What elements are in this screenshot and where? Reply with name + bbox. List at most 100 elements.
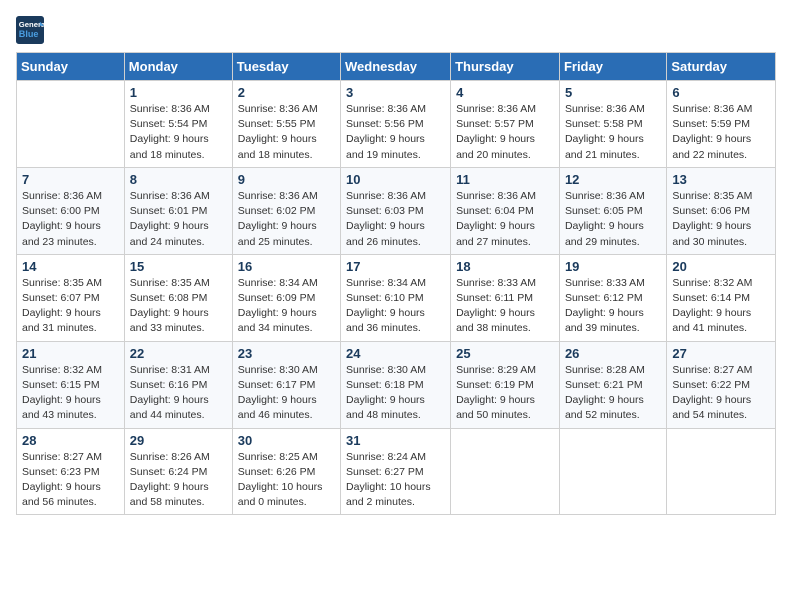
day-info: Sunrise: 8:27 AM Sunset: 6:22 PM Dayligh… bbox=[672, 363, 770, 424]
day-info: Sunrise: 8:36 AM Sunset: 6:03 PM Dayligh… bbox=[346, 189, 445, 250]
day-info: Sunrise: 8:31 AM Sunset: 6:16 PM Dayligh… bbox=[130, 363, 227, 424]
day-info: Sunrise: 8:34 AM Sunset: 6:10 PM Dayligh… bbox=[346, 276, 445, 337]
col-header-friday: Friday bbox=[559, 53, 666, 81]
calendar-cell: 21 Sunrise: 8:32 AM Sunset: 6:15 PM Dayli… bbox=[17, 341, 125, 428]
day-number: 30 bbox=[238, 433, 335, 448]
day-info: Sunrise: 8:36 AM Sunset: 5:57 PM Dayligh… bbox=[456, 102, 554, 163]
calendar-cell: 11 Sunrise: 8:36 AM Sunset: 6:04 PM Dayli… bbox=[451, 167, 560, 254]
day-number: 23 bbox=[238, 346, 335, 361]
calendar-cell: 17 Sunrise: 8:34 AM Sunset: 6:10 PM Dayli… bbox=[341, 254, 451, 341]
day-number: 31 bbox=[346, 433, 445, 448]
day-info: Sunrise: 8:36 AM Sunset: 6:04 PM Dayligh… bbox=[456, 189, 554, 250]
day-info: Sunrise: 8:36 AM Sunset: 6:00 PM Dayligh… bbox=[22, 189, 119, 250]
day-number: 25 bbox=[456, 346, 554, 361]
calendar-cell: 1Sunrise: 8:36 AM Sunset: 5:54 PM Daylig… bbox=[124, 81, 232, 168]
calendar-cell: 28Sunrise: 8:27 AM Sunset: 6:23 PM Dayli… bbox=[17, 428, 125, 515]
day-info: Sunrise: 8:36 AM Sunset: 5:55 PM Dayligh… bbox=[238, 102, 335, 163]
day-number: 17 bbox=[346, 259, 445, 274]
calendar-cell: 22Sunrise: 8:31 AM Sunset: 6:16 PM Dayli… bbox=[124, 341, 232, 428]
calendar-cell bbox=[17, 81, 125, 168]
day-number: 12 bbox=[565, 172, 661, 187]
calendar-cell: 29 Sunrise: 8:26 AM Sunset: 6:24 PM Dayli… bbox=[124, 428, 232, 515]
calendar-cell: 25 Sunrise: 8:29 AM Sunset: 6:19 PM Dayli… bbox=[451, 341, 560, 428]
calendar-cell: 10 Sunrise: 8:36 AM Sunset: 6:03 PM Dayli… bbox=[341, 167, 451, 254]
calendar-week-5: 28Sunrise: 8:27 AM Sunset: 6:23 PM Dayli… bbox=[17, 428, 776, 515]
col-header-wednesday: Wednesday bbox=[341, 53, 451, 81]
calendar-cell: 13Sunrise: 8:35 AM Sunset: 6:06 PM Dayli… bbox=[667, 167, 776, 254]
day-number: 9 bbox=[238, 172, 335, 187]
day-info: Sunrise: 8:34 AM Sunset: 6:09 PM Dayligh… bbox=[238, 276, 335, 337]
day-number: 10 bbox=[346, 172, 445, 187]
day-info: Sunrise: 8:36 AM Sunset: 6:02 PM Dayligh… bbox=[238, 189, 335, 250]
calendar-cell: 7 Sunrise: 8:36 AM Sunset: 6:00 PM Daylig… bbox=[17, 167, 125, 254]
day-info: Sunrise: 8:24 AM Sunset: 6:27 PM Dayligh… bbox=[346, 450, 445, 511]
day-number: 20 bbox=[672, 259, 770, 274]
calendar-cell bbox=[451, 428, 560, 515]
day-number: 2 bbox=[238, 85, 335, 100]
day-number: 24 bbox=[346, 346, 445, 361]
calendar-week-4: 21 Sunrise: 8:32 AM Sunset: 6:15 PM Dayli… bbox=[17, 341, 776, 428]
calendar-header: SundayMondayTuesdayWednesdayThursdayFrid… bbox=[17, 53, 776, 81]
calendar-cell: 16Sunrise: 8:34 AM Sunset: 6:09 PM Dayli… bbox=[232, 254, 340, 341]
page-header: General Blue bbox=[16, 16, 776, 44]
col-header-monday: Monday bbox=[124, 53, 232, 81]
day-number: 15 bbox=[130, 259, 227, 274]
day-number: 6 bbox=[672, 85, 770, 100]
calendar-cell: 30 Sunrise: 8:25 AM Sunset: 6:26 PM Dayli… bbox=[232, 428, 340, 515]
day-number: 4 bbox=[456, 85, 554, 100]
day-number: 19 bbox=[565, 259, 661, 274]
day-info: Sunrise: 8:28 AM Sunset: 6:21 PM Dayligh… bbox=[565, 363, 661, 424]
day-info: Sunrise: 8:26 AM Sunset: 6:24 PM Dayligh… bbox=[130, 450, 227, 511]
col-header-saturday: Saturday bbox=[667, 53, 776, 81]
calendar-cell: 15 Sunrise: 8:35 AM Sunset: 6:08 PM Dayli… bbox=[124, 254, 232, 341]
calendar-cell: 31 Sunrise: 8:24 AM Sunset: 6:27 PM Dayli… bbox=[341, 428, 451, 515]
logo-icon: General Blue bbox=[16, 16, 44, 44]
col-header-thursday: Thursday bbox=[451, 53, 560, 81]
day-number: 8 bbox=[130, 172, 227, 187]
svg-text:Blue: Blue bbox=[19, 29, 39, 39]
calendar-cell: 27 Sunrise: 8:27 AM Sunset: 6:22 PM Dayli… bbox=[667, 341, 776, 428]
calendar-week-3: 14 Sunrise: 8:35 AM Sunset: 6:07 PM Dayli… bbox=[17, 254, 776, 341]
calendar-cell: 26Sunrise: 8:28 AM Sunset: 6:21 PM Dayli… bbox=[559, 341, 666, 428]
day-number: 13 bbox=[672, 172, 770, 187]
day-info: Sunrise: 8:29 AM Sunset: 6:19 PM Dayligh… bbox=[456, 363, 554, 424]
day-number: 14 bbox=[22, 259, 119, 274]
day-info: Sunrise: 8:32 AM Sunset: 6:14 PM Dayligh… bbox=[672, 276, 770, 337]
calendar-cell: 12Sunrise: 8:36 AM Sunset: 6:05 PM Dayli… bbox=[559, 167, 666, 254]
day-number: 27 bbox=[672, 346, 770, 361]
day-number: 18 bbox=[456, 259, 554, 274]
day-info: Sunrise: 8:33 AM Sunset: 6:11 PM Dayligh… bbox=[456, 276, 554, 337]
day-info: Sunrise: 8:32 AM Sunset: 6:15 PM Dayligh… bbox=[22, 363, 119, 424]
calendar-cell: 18 Sunrise: 8:33 AM Sunset: 6:11 PM Dayli… bbox=[451, 254, 560, 341]
calendar-cell bbox=[559, 428, 666, 515]
day-info: Sunrise: 8:36 AM Sunset: 5:56 PM Dayligh… bbox=[346, 102, 445, 163]
day-info: Sunrise: 8:30 AM Sunset: 6:17 PM Dayligh… bbox=[238, 363, 335, 424]
day-number: 11 bbox=[456, 172, 554, 187]
calendar-cell: 4 Sunrise: 8:36 AM Sunset: 5:57 PM Daylig… bbox=[451, 81, 560, 168]
day-info: Sunrise: 8:36 AM Sunset: 6:01 PM Dayligh… bbox=[130, 189, 227, 250]
day-info: Sunrise: 8:35 AM Sunset: 6:08 PM Dayligh… bbox=[130, 276, 227, 337]
calendar-cell: 8 Sunrise: 8:36 AM Sunset: 6:01 PM Daylig… bbox=[124, 167, 232, 254]
day-number: 1 bbox=[130, 85, 227, 100]
day-number: 7 bbox=[22, 172, 119, 187]
calendar-cell: 14 Sunrise: 8:35 AM Sunset: 6:07 PM Dayli… bbox=[17, 254, 125, 341]
calendar-cell: 20 Sunrise: 8:32 AM Sunset: 6:14 PM Dayli… bbox=[667, 254, 776, 341]
logo: General Blue bbox=[16, 16, 46, 44]
day-number: 28 bbox=[22, 433, 119, 448]
calendar-cell: 3 Sunrise: 8:36 AM Sunset: 5:56 PM Daylig… bbox=[341, 81, 451, 168]
calendar-cell bbox=[667, 428, 776, 515]
calendar-cell: 5Sunrise: 8:36 AM Sunset: 5:58 PM Daylig… bbox=[559, 81, 666, 168]
calendar-week-1: 1Sunrise: 8:36 AM Sunset: 5:54 PM Daylig… bbox=[17, 81, 776, 168]
col-header-sunday: Sunday bbox=[17, 53, 125, 81]
calendar-cell: 6 Sunrise: 8:36 AM Sunset: 5:59 PM Daylig… bbox=[667, 81, 776, 168]
day-info: Sunrise: 8:35 AM Sunset: 6:07 PM Dayligh… bbox=[22, 276, 119, 337]
calendar-cell: 9 Sunrise: 8:36 AM Sunset: 6:02 PM Daylig… bbox=[232, 167, 340, 254]
calendar-week-2: 7 Sunrise: 8:36 AM Sunset: 6:00 PM Daylig… bbox=[17, 167, 776, 254]
day-info: Sunrise: 8:25 AM Sunset: 6:26 PM Dayligh… bbox=[238, 450, 335, 511]
calendar-cell: 24Sunrise: 8:30 AM Sunset: 6:18 PM Dayli… bbox=[341, 341, 451, 428]
day-number: 3 bbox=[346, 85, 445, 100]
day-info: Sunrise: 8:36 AM Sunset: 5:58 PM Dayligh… bbox=[565, 102, 661, 163]
day-number: 21 bbox=[22, 346, 119, 361]
day-info: Sunrise: 8:36 AM Sunset: 5:59 PM Dayligh… bbox=[672, 102, 770, 163]
day-number: 29 bbox=[130, 433, 227, 448]
